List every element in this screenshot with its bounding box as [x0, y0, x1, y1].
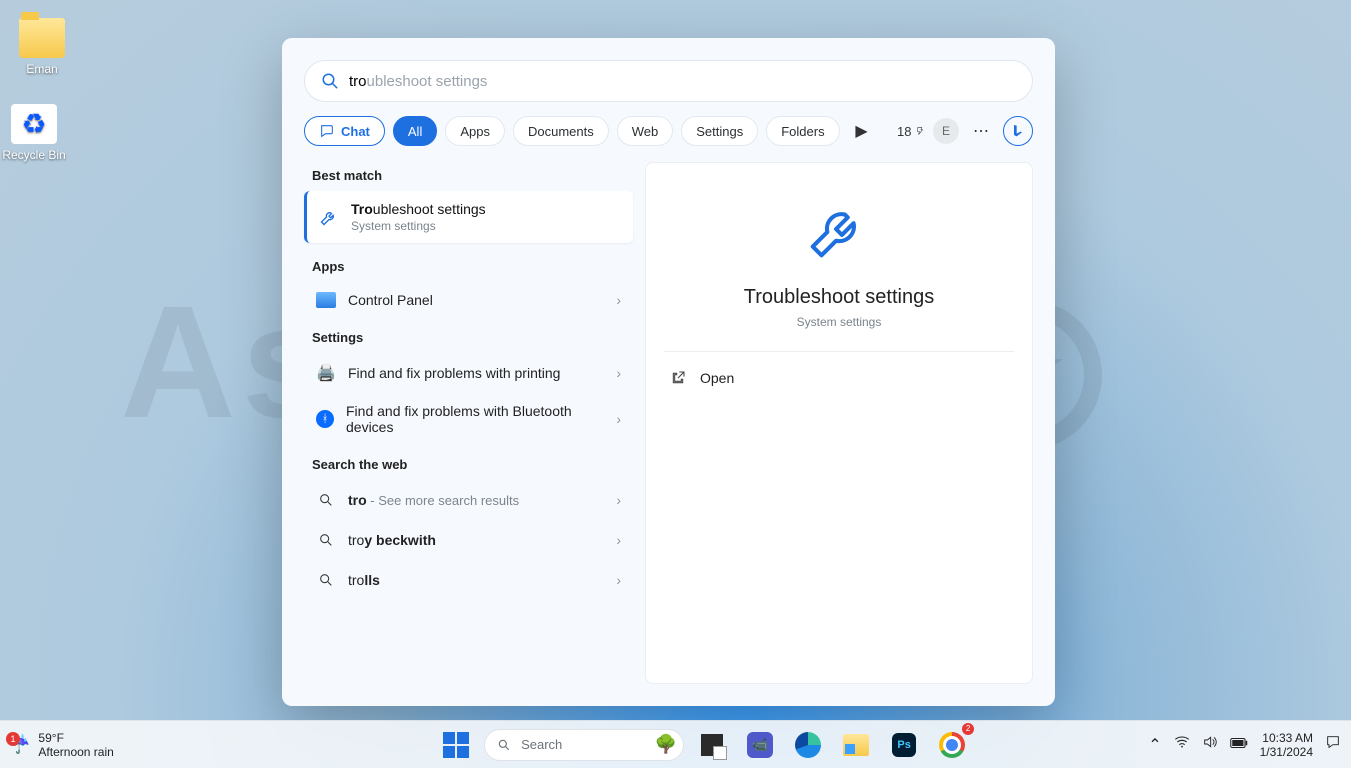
preview-open-action[interactable]: Open — [664, 362, 1014, 394]
taskbar-search[interactable]: Search 🌳 — [484, 729, 684, 761]
recycle-bin-icon — [11, 104, 57, 144]
preview-open-label: Open — [700, 370, 734, 386]
tray-overflow-chevron[interactable]: ⌃ — [1148, 735, 1161, 755]
result-label: Control Panel — [348, 292, 604, 308]
taskbar-edge[interactable] — [788, 725, 828, 765]
best-match-subtitle: System settings — [351, 219, 486, 233]
result-label: Find and fix problems with Bluetooth dev… — [346, 403, 604, 435]
weather-desc: Afternoon rain — [38, 745, 113, 759]
divider — [664, 351, 1014, 352]
taskbar-center: Search 🌳 Ps 2 — [260, 725, 1148, 765]
chat-icon — [747, 732, 773, 758]
search-icon — [316, 530, 336, 550]
search-text: troubleshoot settings — [349, 73, 487, 90]
task-view-button[interactable] — [692, 725, 732, 765]
taskbar-chrome[interactable]: 2 — [932, 725, 972, 765]
tabs-overflow-next[interactable]: ▶ — [848, 117, 876, 145]
section-search-web: Search the web — [304, 451, 633, 480]
section-apps: Apps — [304, 253, 633, 282]
search-highlight-icon: 🌳 — [655, 734, 677, 755]
desktop-folder-label: Eman — [2, 62, 82, 76]
preview-title: Troubleshoot settings — [744, 286, 934, 309]
tray-battery-icon[interactable] — [1230, 736, 1248, 754]
result-fix-printing[interactable]: 🖨️ Find and fix problems with printing › — [304, 353, 633, 393]
result-label: Find and fix problems with printing — [348, 365, 604, 381]
taskbar-weather-widget[interactable]: ☔1 59°F Afternoon rain — [0, 731, 260, 759]
windows-logo-icon — [443, 732, 469, 758]
result-label: trolls — [348, 572, 604, 588]
open-external-icon — [670, 370, 686, 386]
search-icon — [321, 72, 339, 90]
control-panel-icon — [316, 292, 336, 308]
preview-pane: Troubleshoot settings System settings Op… — [645, 162, 1033, 684]
desktop-folder-eman[interactable]: Eman — [2, 18, 82, 76]
folder-icon — [19, 18, 65, 58]
taskbar-file-explorer[interactable] — [836, 725, 876, 765]
taskbar-photoshop[interactable]: Ps — [884, 725, 924, 765]
rewards-points[interactable]: 18 — [897, 117, 925, 145]
chevron-right-icon: › — [616, 411, 621, 427]
chevron-right-icon: › — [616, 365, 621, 381]
preview-subtitle: System settings — [797, 315, 882, 329]
tray-notifications-icon[interactable] — [1325, 734, 1341, 755]
open-bing[interactable] — [1003, 116, 1033, 146]
chrome-icon — [939, 732, 965, 758]
web-result-1[interactable]: troy beckwith › — [304, 520, 633, 560]
section-best-match: Best match — [304, 162, 633, 191]
section-settings: Settings — [304, 324, 633, 353]
taskbar-clock[interactable]: 10:33 AM 1/31/2024 — [1260, 731, 1313, 759]
results-left-column: Best match Troubleshoot settings System … — [304, 162, 633, 684]
tab-web[interactable]: Web — [617, 116, 674, 146]
desktop-recycle-label: Recycle Bin — [0, 148, 74, 162]
taskbar-chat[interactable] — [740, 725, 780, 765]
chevron-right-icon: › — [616, 532, 621, 548]
chevron-right-icon: › — [616, 292, 621, 308]
photoshop-icon: Ps — [892, 733, 916, 757]
rewards-icon — [915, 124, 925, 138]
tab-apps[interactable]: Apps — [445, 116, 505, 146]
search-scope-tabs: Chat All Apps Documents Web Settings Fol… — [304, 116, 1033, 146]
result-label: troy beckwith — [348, 532, 604, 548]
search-icon — [316, 490, 336, 510]
taskbar: ☔1 59°F Afternoon rain Search 🌳 Ps 2 ⌃ — [0, 720, 1351, 768]
search-input[interactable]: troubleshoot settings — [304, 60, 1033, 102]
start-search-window: troubleshoot settings Chat All Apps Docu… — [282, 38, 1055, 706]
weather-icon: ☔1 — [8, 734, 30, 755]
wrench-icon — [319, 207, 339, 227]
best-match-title: Troubleshoot settings — [351, 201, 486, 217]
account-avatar[interactable]: E — [933, 118, 959, 144]
tab-folders[interactable]: Folders — [766, 116, 839, 146]
task-view-icon — [701, 734, 723, 756]
web-result-0[interactable]: tro - See more search results › — [304, 480, 633, 520]
edge-icon — [795, 732, 821, 758]
tab-documents[interactable]: Documents — [513, 116, 609, 146]
bluetooth-icon: ᚼ — [316, 410, 334, 428]
tray-volume-icon[interactable] — [1202, 734, 1218, 755]
bing-icon — [1010, 123, 1026, 139]
web-result-2[interactable]: trolls › — [304, 560, 633, 600]
tray-wifi-icon[interactable] — [1174, 734, 1190, 755]
printer-icon: 🖨️ — [316, 363, 336, 383]
tab-chat[interactable]: Chat — [304, 116, 385, 146]
weather-temp: 59°F — [38, 731, 113, 745]
result-control-panel[interactable]: Control Panel › — [304, 282, 633, 318]
tab-settings[interactable]: Settings — [681, 116, 758, 146]
chevron-right-icon: › — [616, 492, 621, 508]
taskbar-systray: ⌃ 10:33 AM 1/31/2024 — [1148, 731, 1351, 759]
file-explorer-icon — [843, 734, 869, 756]
best-match-result[interactable]: Troubleshoot settings System settings — [304, 191, 633, 243]
tab-all[interactable]: All — [393, 116, 437, 146]
more-options[interactable]: ⋯ — [967, 117, 995, 145]
result-label: tro - See more search results — [348, 492, 604, 508]
search-icon — [497, 738, 511, 752]
wrench-icon — [804, 197, 874, 272]
chrome-notification-badge: 2 — [962, 723, 974, 735]
start-button[interactable] — [436, 725, 476, 765]
desktop-recycle-bin[interactable]: Recycle Bin — [0, 104, 74, 162]
search-icon — [316, 570, 336, 590]
result-fix-bluetooth[interactable]: ᚼ Find and fix problems with Bluetooth d… — [304, 393, 633, 445]
bing-chat-icon — [319, 123, 335, 139]
chevron-right-icon: › — [616, 572, 621, 588]
taskbar-search-placeholder: Search — [521, 737, 562, 752]
